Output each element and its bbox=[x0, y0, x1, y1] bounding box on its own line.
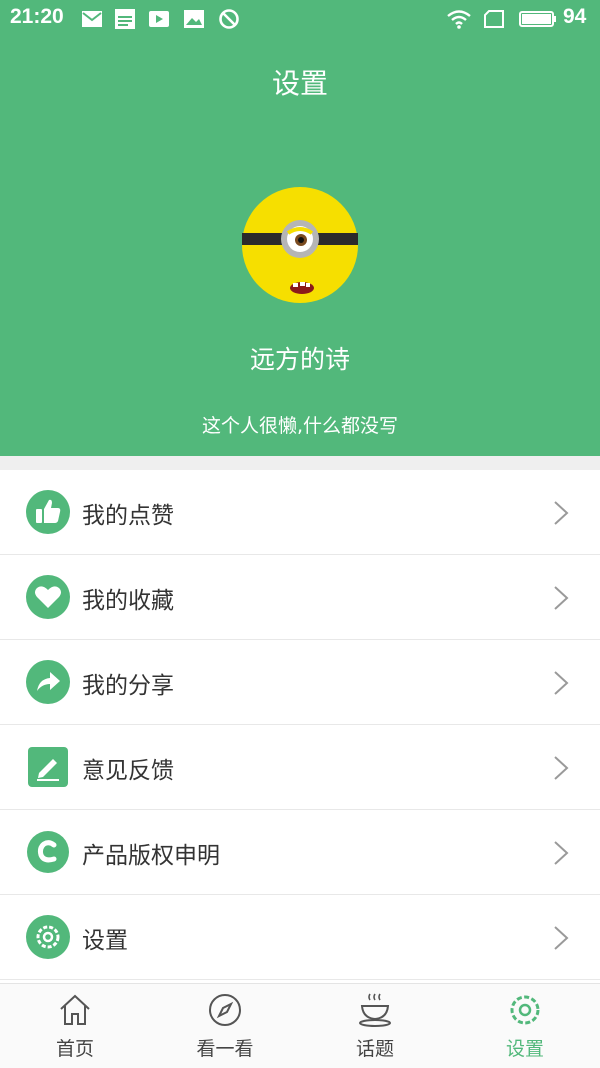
menu-label: 设置 bbox=[82, 928, 128, 954]
page-title: 设置 bbox=[271, 67, 328, 100]
status-bar: 21:20 94 bbox=[0, 0, 600, 38]
chevron-right-icon bbox=[554, 841, 569, 865]
username: 远方的诗 bbox=[249, 345, 350, 374]
avatar[interactable] bbox=[242, 187, 358, 303]
battery-icon bbox=[519, 11, 556, 27]
tab-discover[interactable]: 看一看 bbox=[150, 984, 300, 1068]
sim-card-icon bbox=[484, 10, 504, 28]
chevron-right-icon bbox=[554, 926, 569, 950]
section-divider bbox=[0, 456, 600, 470]
menu-label: 我的点赞 bbox=[82, 503, 174, 529]
profile-header: 21:20 94 设置 远方的诗 这个人很懒,什么都没写 bbox=[0, 0, 600, 456]
wifi-icon bbox=[447, 10, 471, 29]
status-time: 21:20 bbox=[10, 5, 64, 28]
video-play-icon bbox=[149, 11, 169, 27]
copyright-c-icon bbox=[27, 831, 69, 873]
tab-home[interactable]: 首页 bbox=[0, 984, 150, 1068]
battery-percent: 94 bbox=[563, 5, 587, 28]
gear-icon bbox=[26, 915, 70, 959]
coffee-cup-icon bbox=[359, 993, 391, 1027]
mail-icon bbox=[82, 11, 102, 27]
share-arrow-icon bbox=[26, 660, 70, 704]
menu-label: 产品版权申明 bbox=[82, 843, 220, 869]
image-icon bbox=[184, 10, 204, 28]
chevron-right-icon bbox=[554, 586, 569, 610]
compass-icon bbox=[209, 994, 241, 1026]
menu-label: 我的收藏 bbox=[82, 588, 174, 614]
menu-item-copyright[interactable]: 产品版权申明 bbox=[0, 810, 600, 895]
block-icon bbox=[219, 9, 239, 29]
menu-item-shares[interactable]: 我的分享 bbox=[0, 640, 600, 725]
tab-topics[interactable]: 话题 bbox=[300, 984, 450, 1068]
menu-item-feedback[interactable]: 意见反馈 bbox=[0, 725, 600, 810]
menu-label: 意见反馈 bbox=[82, 758, 174, 784]
chevron-right-icon bbox=[554, 756, 569, 780]
tab-settings[interactable]: 设置 bbox=[450, 984, 600, 1068]
thumbs-up-icon bbox=[26, 490, 70, 534]
menu-label: 我的分享 bbox=[82, 673, 174, 699]
settings-menu: 我的点赞 我的收藏 我的分享 意见反馈 产品版权申明 设置 bbox=[0, 470, 600, 980]
tab-label: 首页 bbox=[55, 1038, 94, 1060]
news-icon bbox=[115, 9, 135, 29]
heart-icon bbox=[26, 575, 70, 619]
tab-label: 看一看 bbox=[196, 1038, 254, 1060]
tab-label: 设置 bbox=[505, 1038, 544, 1060]
edit-feedback-icon bbox=[28, 747, 68, 787]
menu-item-favorites[interactable]: 我的收藏 bbox=[0, 555, 600, 640]
chevron-right-icon bbox=[554, 671, 569, 695]
tab-label: 话题 bbox=[355, 1038, 394, 1060]
gear-icon bbox=[510, 995, 540, 1025]
user-bio: 这个人很懒,什么都没写 bbox=[201, 415, 399, 437]
home-icon bbox=[60, 994, 90, 1025]
bottom-tab-bar: 首页 看一看 话题 设置 bbox=[0, 983, 600, 1068]
chevron-right-icon bbox=[554, 501, 569, 525]
menu-item-settings[interactable]: 设置 bbox=[0, 895, 600, 980]
menu-item-likes[interactable]: 我的点赞 bbox=[0, 470, 600, 555]
